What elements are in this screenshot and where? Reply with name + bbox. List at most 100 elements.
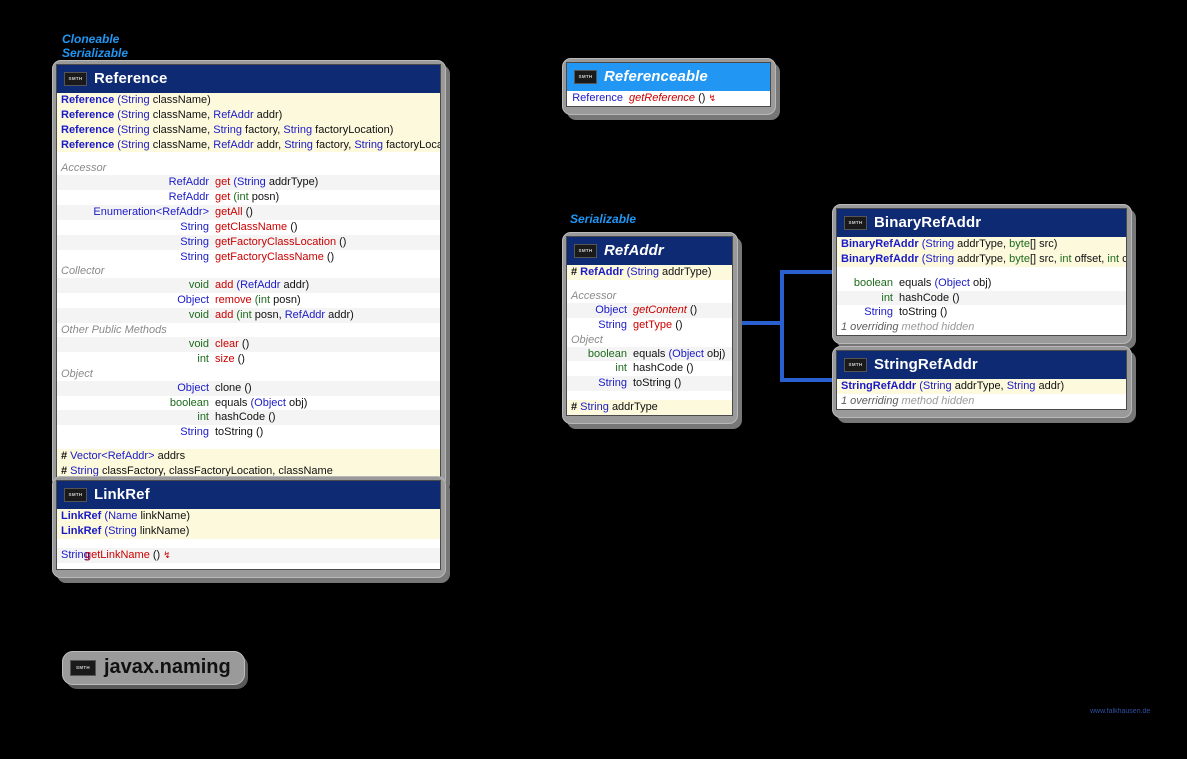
constructor-row[interactable]: LinkRef (Name linkName) [57,509,440,524]
field-row[interactable]: # Vector<RefAddr> addrs [57,449,440,464]
method-section: String getLinkName () ↯ [57,547,440,563]
class-icon-badge: SMTH [64,71,87,86]
constructor-row[interactable]: Reference (String className) [57,93,440,108]
constructor-signature: Reference (String className, RefAddr add… [61,138,440,151]
class-title: RefAddr [604,242,664,259]
section-spacer [837,266,1126,276]
method-row[interactable]: String toString () [837,305,1126,321]
constructor-signature: Reference (String className, String fact… [61,123,394,136]
watermark: www.falkhausen.de [1090,708,1151,715]
connector-refaddr-spine [780,270,784,382]
method-row[interactable]: String toString () [57,425,440,441]
method-row[interactable]: String getLinkName () ↯ [57,547,440,563]
package-body: SMTH javax.naming [62,651,245,685]
class-icon-badge: SMTH [574,243,597,258]
package-label[interactable]: SMTH javax.naming [62,651,248,689]
class-header-reference[interactable]: SMTH Reference [57,65,440,93]
class-title: Referenceable [604,68,708,85]
method-row[interactable]: int hashCode () [567,361,732,377]
method-row[interactable]: Object getContent () [567,302,732,318]
constructor-row[interactable]: Reference (String className, RefAddr add… [57,137,440,153]
method-row[interactable]: void add (int posn, RefAddr addr) [57,308,440,323]
package-icon-badge: SMTH [70,659,96,676]
method-row[interactable]: void clear () [57,336,440,352]
class-title: BinaryRefAddr [874,214,982,231]
method-row[interactable]: int size () [57,351,440,367]
class-title: LinkRef [94,486,150,503]
method-row[interactable]: String getType () [567,317,732,333]
method-row[interactable]: boolean equals (Object obj) [567,346,732,362]
box-frame: SMTH Reference Reference (String classNa… [52,60,446,488]
method-row[interactable]: Object clone () [57,380,440,396]
hidden-methods-note: 1 overriding method hidden [837,393,1126,409]
method-row[interactable]: Reference getReference () ↯ [567,91,770,106]
connector-refaddr-stem [738,321,784,325]
constructor-row[interactable]: Reference (String className, RefAddr add… [57,107,440,123]
connector-stringrefaddr [780,378,832,382]
section-spacer [57,562,440,569]
constructor-section: BinaryRefAddr (String addrType, byte[] s… [837,237,1126,267]
group-label: Accessor [57,161,440,176]
class-header-referenceable[interactable]: SMTH Referenceable [567,63,770,91]
method-row[interactable]: int hashCode () [837,290,1126,306]
method-row[interactable]: RefAddr get (String addrType) [57,175,440,191]
field-section: # Vector<RefAddr> addrs # String classFact… [57,449,440,479]
class-header-refaddr[interactable]: SMTH RefAddr [567,237,732,265]
stereotype-reference-line1: Cloneable [62,32,120,46]
method-row[interactable]: Object remove (int posn) [57,293,440,309]
constructor-row[interactable]: BinaryRefAddr (String addrType, byte[] s… [837,251,1126,267]
method-row[interactable]: String getFactoryClassName () [57,249,440,265]
method-row[interactable]: boolean equals (Object obj) [837,275,1126,291]
stereotype-reference-line2: Serializable [62,45,129,60]
class-box-linkref[interactable]: SMTH LinkRef LinkRef (Name linkName) Lin… [52,476,450,583]
method-row[interactable]: boolean equals (Object obj) [57,395,440,411]
class-header-stringrefaddr[interactable]: SMTH StringRefAddr [837,351,1126,379]
hidden-methods-note: 1 overriding method hidden [837,320,1126,336]
class-header-linkref[interactable]: SMTH LinkRef [57,481,440,509]
box-inner: SMTH LinkRef LinkRef (Name linkName) Lin… [56,480,441,570]
group-label: Collector [57,264,440,279]
constructor-section: StringRefAddr (String addrType, String a… [837,379,1126,394]
section-spacer [57,152,440,162]
throws-icon: ↯ [163,549,171,560]
class-box-stringrefaddr[interactable]: SMTH StringRefAddr StringRefAddr (String… [832,346,1136,423]
method-row[interactable]: Enumeration<RefAddr> getAll () [57,205,440,220]
method-section: Accessor Object getContent () String get… [567,288,732,392]
box-frame: SMTH BinaryRefAddr BinaryRefAddr (String… [832,204,1132,345]
method-row[interactable]: RefAddr get (int posn) [57,190,440,206]
field-row[interactable]: # String addrType [567,400,732,415]
section-spacer [567,391,732,401]
section-spacer [57,440,440,450]
method-row[interactable]: void add (RefAddr addr) [57,278,440,294]
constructor-row[interactable]: StringRefAddr (String addrType, String a… [837,379,1126,394]
method-row[interactable]: String getClassName () [57,219,440,235]
constructor-row[interactable]: BinaryRefAddr (String addrType, byte[] s… [837,237,1126,252]
group-label: Accessor [567,288,732,303]
class-box-refaddr[interactable]: SMTH RefAddr # RefAddr (String addrType) … [562,232,742,429]
constructor-signature: Reference (String className) [61,94,211,106]
class-box-referenceable[interactable]: SMTH Referenceable Reference getReferenc… [562,58,780,120]
constructor-row[interactable]: Reference (String className, String fact… [57,122,440,138]
constructor-row[interactable]: LinkRef (String linkName) [57,523,440,539]
class-box-binaryrefaddr[interactable]: SMTH BinaryRefAddr BinaryRefAddr (String… [832,204,1136,350]
class-box-reference[interactable]: SMTH Reference Reference (String classNa… [52,60,450,493]
field-section: # String addrType [567,400,732,415]
class-title: Reference [94,70,168,87]
method-row[interactable]: String getFactoryClassLocation () [57,234,440,250]
method-row[interactable]: int hashCode () [57,410,440,426]
constructor-section: Reference (String className) Reference (… [57,93,440,153]
box-inner: SMTH BinaryRefAddr BinaryRefAddr (String… [836,208,1127,337]
class-icon-badge: SMTH [574,69,597,84]
constructor-row[interactable]: # RefAddr (String addrType) [567,265,732,280]
constructor-signature: Reference (String className, RefAddr add… [61,108,283,121]
box-inner: SMTH StringRefAddr StringRefAddr (String… [836,350,1127,410]
section-spacer [57,538,440,548]
method-row[interactable]: String toString () [567,376,732,392]
class-icon-badge: SMTH [844,215,867,230]
method-section: 1 overriding method hidden [837,393,1126,409]
box-frame: SMTH LinkRef LinkRef (Name linkName) Lin… [52,476,446,578]
constructor-section: LinkRef (Name linkName) LinkRef (String … [57,509,440,539]
class-header-binaryrefaddr[interactable]: SMTH BinaryRefAddr [837,209,1126,237]
diagram-canvas: Cloneable Serializable SMTH Reference Re… [0,0,1187,759]
class-title: StringRefAddr [874,356,978,373]
